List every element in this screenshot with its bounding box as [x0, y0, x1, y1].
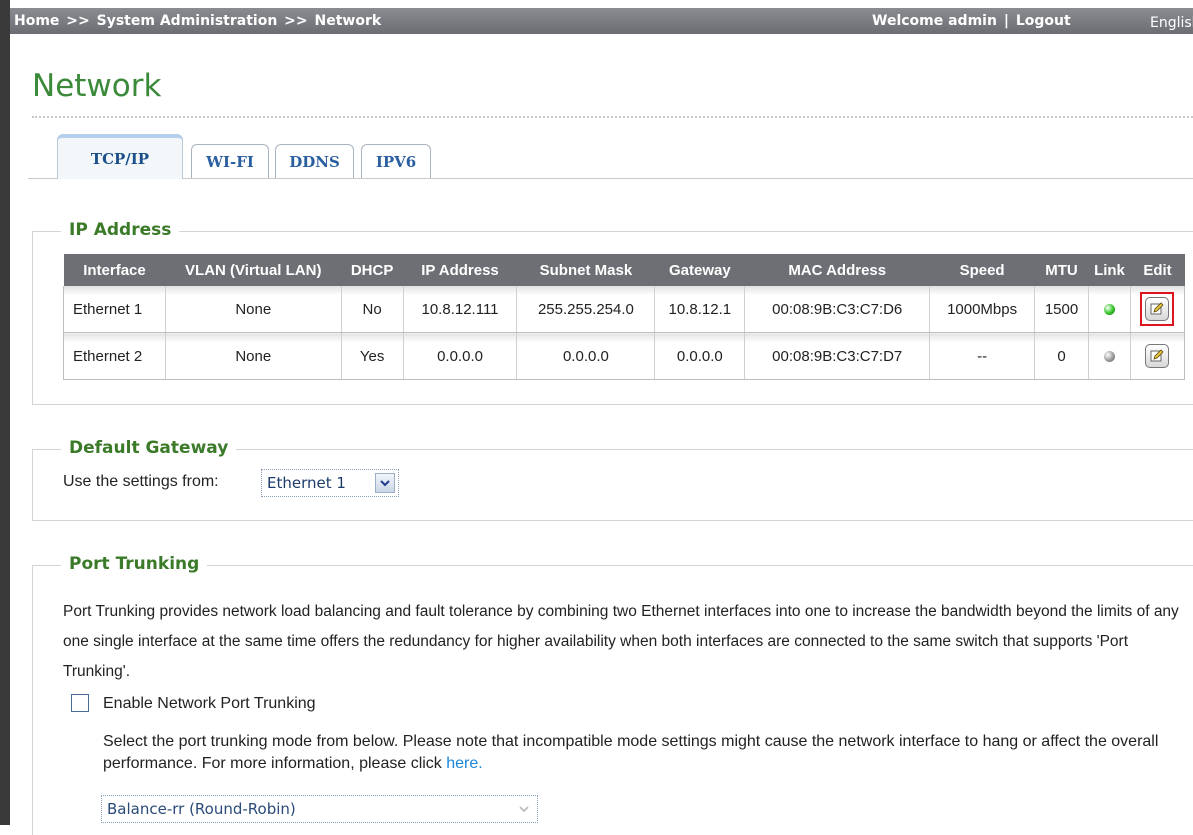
breadcrumb-separator: >> — [66, 13, 90, 29]
top-bar: Home >> System Administration >> Network… — [10, 8, 1193, 34]
cell-mask: 0.0.0.0 — [516, 332, 656, 380]
col-mtu: MTU — [1034, 254, 1089, 286]
table-row: Ethernet 2 None Yes 0.0.0.0 0.0.0.0 0.0.… — [63, 332, 1186, 380]
cell-ip: 10.8.12.111 — [403, 286, 518, 333]
enable-port-trunking-label: Enable Network Port Trunking — [103, 695, 316, 712]
breadcrumb-network: Network — [314, 13, 382, 29]
cell-mac: 00:08:9B:C3:C7:D7 — [744, 332, 931, 380]
welcome-divider: | — [1003, 13, 1009, 29]
col-ip-address: IP Address — [403, 254, 517, 286]
cell-link — [1088, 286, 1131, 333]
chevron-down-icon — [514, 799, 534, 819]
title-divider — [32, 116, 1193, 118]
welcome-area: Welcome admin | Logout — [872, 13, 1071, 29]
ip-address-table: Interface VLAN (Virtual LAN) DHCP IP Add… — [63, 254, 1186, 380]
cell-gateway: 0.0.0.0 — [654, 332, 746, 380]
port-trunking-mode-selected: Balance-rr (Round-Robin) — [107, 800, 296, 818]
language-selector[interactable]: English — [1150, 15, 1193, 31]
cell-vlan: None — [165, 332, 342, 380]
cell-speed: 1000Mbps — [929, 286, 1036, 333]
breadcrumb-system-administration[interactable]: System Administration — [97, 13, 278, 29]
logout-link[interactable]: Logout — [1016, 13, 1071, 29]
col-link: Link — [1088, 254, 1131, 286]
cell-gateway: 10.8.12.1 — [654, 286, 746, 333]
col-dhcp: DHCP — [341, 254, 404, 286]
tab-tcp-ip[interactable]: TCP/IP — [57, 134, 183, 179]
link-status-icon — [1103, 304, 1115, 316]
table-header-row: Interface VLAN (Virtual LAN) DHCP IP Add… — [63, 254, 1185, 286]
welcome-text: Welcome admin — [872, 13, 997, 29]
cell-vlan: None — [165, 286, 342, 333]
pencil-edit-icon — [1150, 302, 1165, 315]
tab-ipv6[interactable]: IPV6 — [361, 144, 431, 178]
cell-mac: 00:08:9B:C3:C7:D6 — [744, 286, 931, 333]
tab-baseline — [28, 178, 1193, 179]
page-title: Network — [32, 68, 162, 104]
default-gateway-legend: Default Gateway — [61, 438, 237, 458]
cell-mtu: 0 — [1034, 332, 1089, 380]
mode-note-text: Select the port trunking mode from below… — [103, 733, 1159, 772]
default-gateway-selected-value: Ethernet 1 — [267, 474, 346, 492]
tab-ddns[interactable]: DDNS — [275, 144, 354, 178]
enable-port-trunking-checkbox[interactable] — [71, 694, 89, 712]
col-vlan: VLAN (Virtual LAN) — [165, 254, 342, 286]
edit-highlight-box — [1140, 292, 1175, 326]
more-info-link[interactable]: here. — [446, 755, 482, 772]
breadcrumb: Home >> System Administration >> Network — [14, 13, 381, 29]
cell-speed: -- — [929, 332, 1036, 380]
edit-ethernet-1-button[interactable] — [1145, 297, 1170, 321]
port-trunking-description: Port Trunking provides network load bala… — [63, 603, 1179, 680]
col-speed: Speed — [929, 254, 1035, 286]
cell-mtu: 1500 — [1034, 286, 1089, 333]
ip-address-legend: IP Address — [61, 220, 180, 240]
cell-interface: Ethernet 2 — [63, 332, 166, 380]
col-edit: Edit — [1130, 254, 1185, 286]
table-row: Ethernet 1 None No 10.8.12.111 255.255.2… — [63, 286, 1186, 333]
col-interface: Interface — [63, 254, 166, 286]
default-gateway-label: Use the settings from: — [63, 473, 219, 490]
cell-edit — [1130, 332, 1186, 380]
pencil-edit-icon — [1150, 349, 1165, 362]
chevron-down-icon — [375, 473, 395, 493]
breadcrumb-home[interactable]: Home — [14, 13, 59, 29]
port-trunking-mode-select[interactable]: Balance-rr (Round-Robin) — [101, 795, 538, 823]
cell-dhcp: Yes — [341, 332, 404, 380]
cell-ip: 0.0.0.0 — [403, 332, 518, 380]
port-trunking-mode-note: Select the port trunking mode from below… — [103, 731, 1173, 775]
cell-interface: Ethernet 1 — [63, 286, 166, 333]
col-subnet-mask: Subnet Mask — [516, 254, 655, 286]
tab-wi-fi[interactable]: WI-FI — [191, 144, 269, 178]
link-status-icon — [1103, 351, 1115, 363]
window-left-edge — [0, 0, 10, 825]
breadcrumb-separator: >> — [284, 13, 308, 29]
port-trunking-legend: Port Trunking — [61, 554, 208, 574]
default-gateway-select[interactable]: Ethernet 1 — [261, 469, 399, 497]
cell-mask: 255.255.254.0 — [516, 286, 656, 333]
cell-link — [1088, 332, 1131, 380]
col-gateway: Gateway — [654, 254, 745, 286]
edit-ethernet-2-button[interactable] — [1145, 344, 1170, 368]
cell-dhcp: No — [341, 286, 404, 333]
col-mac-address: MAC Address — [744, 254, 930, 286]
cell-edit — [1130, 286, 1186, 333]
